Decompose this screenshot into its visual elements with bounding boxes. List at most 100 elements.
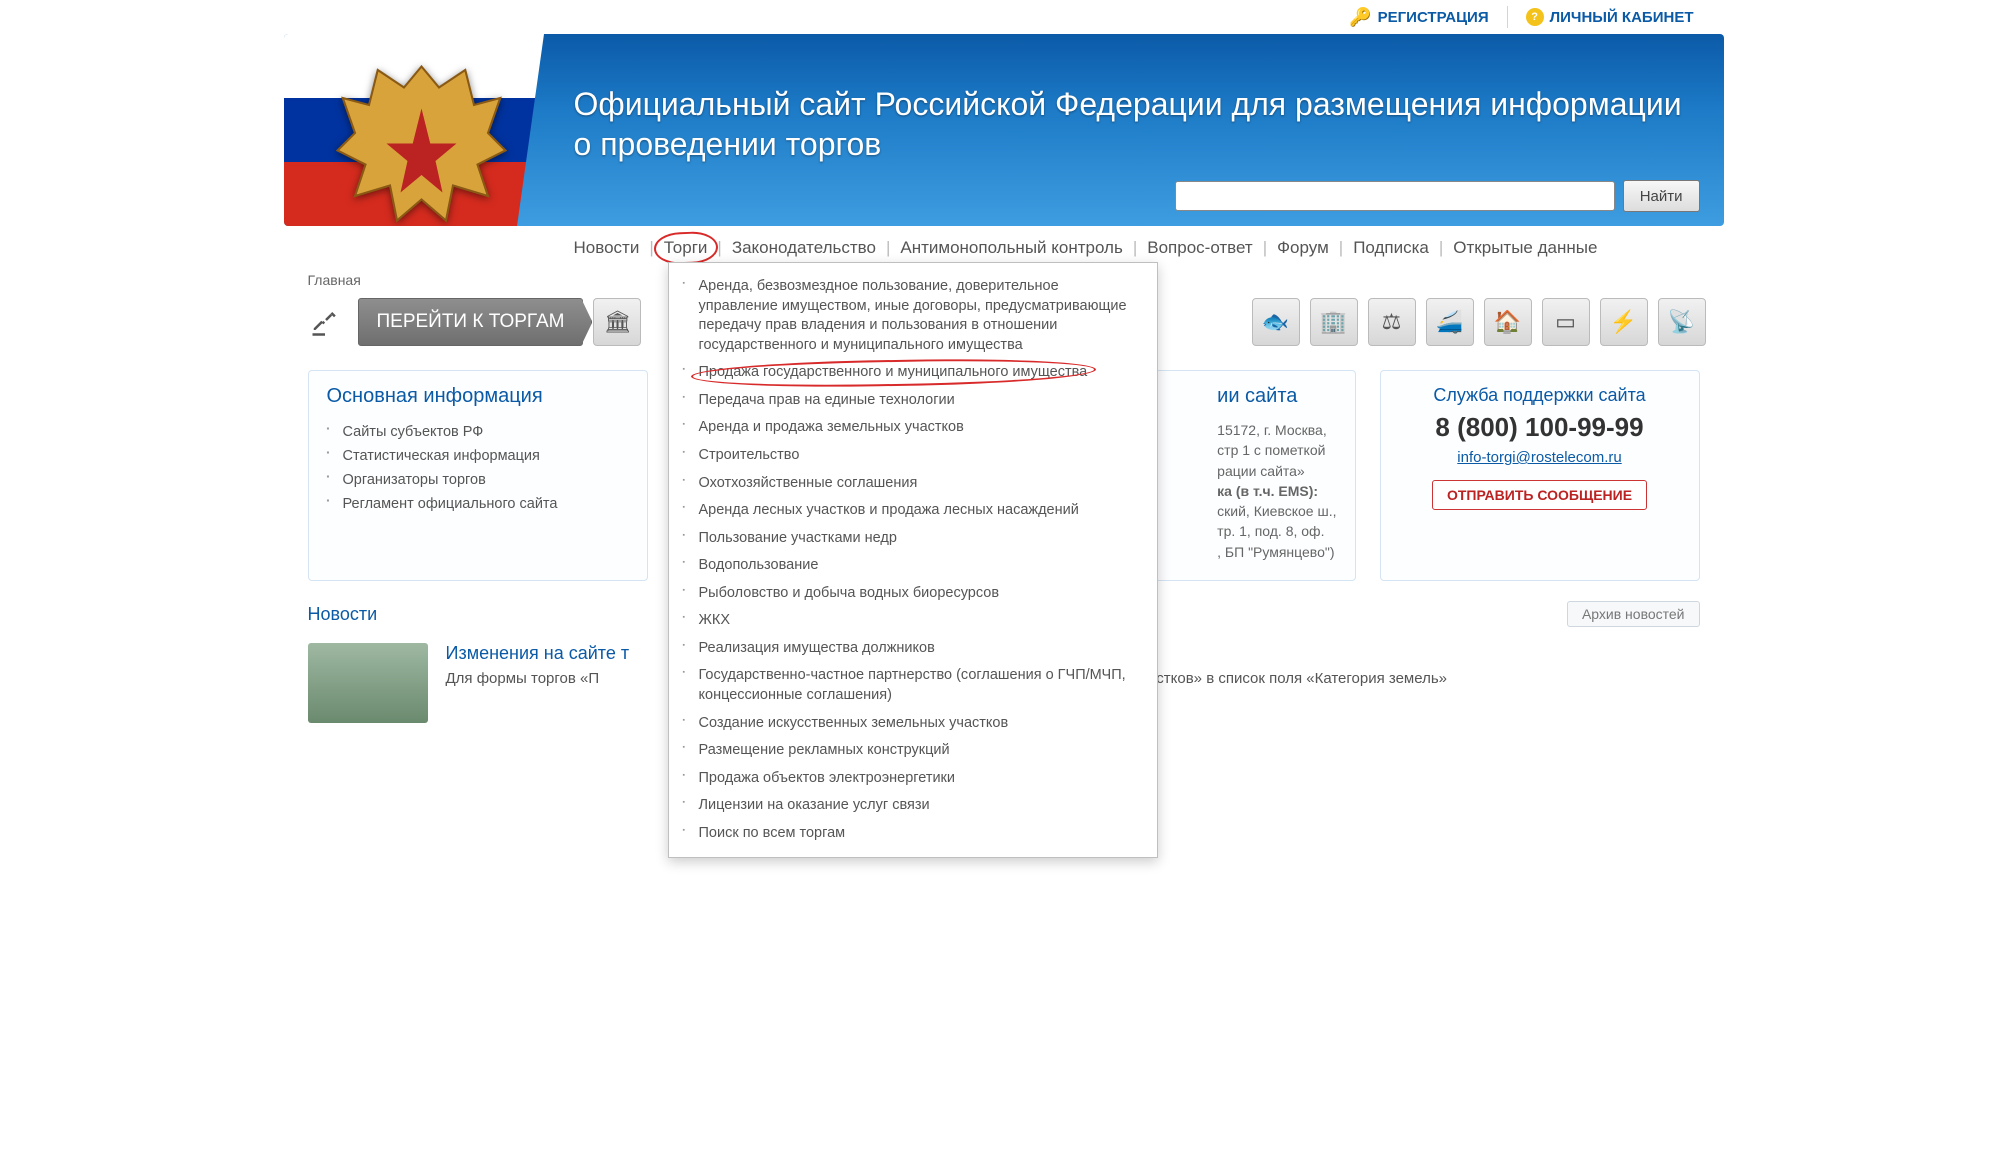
dropdown-item-label: Рыболовство и добыча водных биоресурсов bbox=[699, 585, 1000, 601]
dropdown-item-label: Продажа объектов электроэнергетики bbox=[699, 770, 956, 786]
nav-separator: | bbox=[1339, 238, 1343, 258]
cat-fish-button[interactable]: 🐟 bbox=[1252, 298, 1300, 346]
cat-power-button[interactable]: ⚡ bbox=[1600, 298, 1648, 346]
dropdown-item-label: Охотхозяйственные соглашения bbox=[699, 475, 918, 491]
dropdown-item[interactable]: Рыболовство и добыча водных биоресурсов bbox=[669, 580, 1157, 608]
dropdown-item[interactable]: Передача прав на единые технологии bbox=[669, 387, 1157, 415]
nav-antimonopoly[interactable]: Антимонопольный контроль bbox=[900, 238, 1122, 258]
header-banner: Официальный сайт Российской Федерации дл… bbox=[284, 34, 1724, 226]
fish-icon: 🐟 bbox=[1262, 309, 1289, 335]
dropdown-item-label: Аренда лесных участков и продажа лесных … bbox=[699, 502, 1079, 518]
address-line: рации сайта» bbox=[1217, 461, 1336, 481]
nav-separator: | bbox=[649, 238, 653, 258]
news-thumbnail bbox=[308, 643, 428, 723]
dropdown-item[interactable]: Лицензии на оказание услуг связи bbox=[669, 792, 1157, 820]
registration-link[interactable]: 🔑 РЕГИСТРАЦИЯ bbox=[1349, 7, 1488, 28]
nav-forum[interactable]: Форум bbox=[1277, 238, 1329, 258]
gavel-icon bbox=[302, 299, 348, 345]
account-label: ЛИЧНЫЙ КАБИНЕТ bbox=[1550, 9, 1694, 26]
cat-antenna-button[interactable]: 📡 bbox=[1658, 298, 1706, 346]
dropdown-item[interactable]: Реализация имущества должников bbox=[669, 635, 1157, 663]
news-heading: Новости bbox=[308, 604, 378, 625]
billboard-icon: ▭ bbox=[1555, 309, 1576, 335]
registration-label: РЕГИСТРАЦИЯ bbox=[1378, 9, 1489, 26]
dropdown-item-label: Создание искусственных земельных участко… bbox=[699, 715, 1009, 731]
search-bar: Найти bbox=[1175, 180, 1700, 212]
support-card: Служба поддержки сайта 8 (800) 100-99-99… bbox=[1380, 370, 1700, 581]
support-phone: 8 (800) 100-99-99 bbox=[1399, 412, 1681, 443]
dropdown-item[interactable]: Аренда, безвозмездное пользование, довер… bbox=[669, 273, 1157, 359]
dropdown-item-label: Лицензии на оказание услуг связи bbox=[699, 797, 930, 813]
info-link[interactable]: Сайты субъектов РФ bbox=[327, 420, 629, 444]
dropdown-item-label: ЖКХ bbox=[699, 612, 731, 628]
address-line: ский, Киевское ш., bbox=[1217, 501, 1336, 521]
dropdown-item-label: Реализация имущества должников bbox=[699, 640, 935, 656]
dropdown-item-label: Продажа государственного и муниципальног… bbox=[699, 363, 1088, 383]
dropdown-item[interactable]: Продажа объектов электроэнергетики bbox=[669, 765, 1157, 793]
dropdown-item-label: Водопользование bbox=[699, 557, 819, 573]
nav-subscribe[interactable]: Подписка bbox=[1353, 238, 1429, 258]
auctions-dropdown: Аренда, безвозмездное пользование, довер… bbox=[668, 262, 1158, 858]
dropdown-item[interactable]: Размещение рекламных конструкций bbox=[669, 737, 1157, 765]
dropdown-item-label: Строительство bbox=[699, 447, 800, 463]
dropdown-item-label: Аренда и продажа земельных участков bbox=[699, 419, 964, 435]
cat-scales-button[interactable]: ⚖ bbox=[1368, 298, 1416, 346]
train-icon: 🚄 bbox=[1436, 309, 1463, 335]
site-title: Официальный сайт Российской Федерации дл… bbox=[574, 84, 1694, 164]
address-line: ка (в т.ч. EMS): bbox=[1217, 481, 1336, 501]
address-line: стр 1 с пометкой bbox=[1217, 440, 1336, 460]
dropdown-item[interactable]: Создание искусственных земельных участко… bbox=[669, 710, 1157, 738]
cat-bank-button[interactable]: 🏛 bbox=[593, 298, 641, 346]
dropdown-item[interactable]: Водопользование bbox=[669, 552, 1157, 580]
dropdown-item-label: Поиск по всем торгам bbox=[699, 825, 846, 841]
news-archive-button[interactable]: Архив новостей bbox=[1567, 601, 1700, 627]
info-link[interactable]: Регламент официального сайта bbox=[327, 492, 629, 516]
cat-billboard-button[interactable]: ▭ bbox=[1542, 298, 1590, 346]
nav-legislation[interactable]: Законодательство bbox=[732, 238, 876, 258]
dropdown-item[interactable]: Пользование участками недр bbox=[669, 525, 1157, 553]
dropdown-item[interactable]: Государственно-частное партнерство (согл… bbox=[669, 662, 1157, 709]
dropdown-item[interactable]: ЖКХ bbox=[669, 607, 1157, 635]
search-button[interactable]: Найти bbox=[1623, 180, 1700, 212]
support-email[interactable]: info-torgi@rostelecom.ru bbox=[1457, 449, 1621, 466]
antenna-icon: 📡 bbox=[1668, 309, 1695, 335]
nav-opendata[interactable]: Открытые данные bbox=[1453, 238, 1597, 258]
bank-icon: 🏛 bbox=[603, 309, 631, 335]
dropdown-item[interactable]: Охотхозяйственные соглашения bbox=[669, 470, 1157, 498]
info-link[interactable]: Статистическая информация bbox=[327, 444, 629, 468]
info-link[interactable]: Организаторы торгов bbox=[327, 468, 629, 492]
topbar-separator bbox=[1507, 6, 1508, 28]
dropdown-item[interactable]: Аренда лесных участков и продажа лесных … bbox=[669, 497, 1157, 525]
send-message-button[interactable]: ОТПРАВИТЬ СООБЩЕНИЕ bbox=[1432, 480, 1647, 510]
account-link[interactable]: ? ЛИЧНЫЙ КАБИНЕТ bbox=[1526, 8, 1694, 26]
support-title: Служба поддержки сайта bbox=[1399, 385, 1681, 406]
dropdown-item[interactable]: Строительство bbox=[669, 442, 1157, 470]
cat-building-button[interactable]: 🏢 bbox=[1310, 298, 1358, 346]
nav-auctions[interactable]: Торги bbox=[664, 238, 708, 258]
contact-title-suffix: ии сайта bbox=[1217, 385, 1336, 408]
dropdown-item-label: Размещение рекламных конструкций bbox=[699, 742, 950, 758]
top-bar: 🔑 РЕГИСТРАЦИЯ ? ЛИЧНЫЙ КАБИНЕТ bbox=[284, 0, 1724, 34]
nav-qa[interactable]: Вопрос-ответ bbox=[1147, 238, 1252, 258]
nav-news[interactable]: Новости bbox=[574, 238, 640, 258]
nav-separator: | bbox=[1439, 238, 1443, 258]
dropdown-item[interactable]: Поиск по всем торгам bbox=[669, 820, 1157, 848]
cat-house-water-button[interactable]: 🏠 bbox=[1484, 298, 1532, 346]
dropdown-item[interactable]: Аренда и продажа земельных участков bbox=[669, 414, 1157, 442]
dropdown-item-label: Аренда, безвозмездное пользование, довер… bbox=[699, 278, 1127, 353]
coat-of-arms-icon bbox=[334, 56, 509, 226]
go-to-auctions-button[interactable]: ПЕРЕЙТИ К ТОРГАМ bbox=[358, 298, 584, 346]
power-icon: ⚡ bbox=[1610, 309, 1637, 335]
dropdown-item[interactable]: Продажа государственного и муниципальног… bbox=[669, 359, 1157, 387]
nav-separator: | bbox=[886, 238, 890, 258]
main-info-card: Основная информация Сайты субъектов РФ С… bbox=[308, 370, 648, 581]
lock-icon: ? bbox=[1526, 8, 1544, 26]
dropdown-item-label: Передача прав на единые технологии bbox=[699, 392, 955, 408]
key-icon: 🔑 bbox=[1349, 7, 1371, 28]
main-info-title: Основная информация bbox=[327, 385, 629, 408]
dropdown-item-label: Государственно-частное партнерство (согл… bbox=[699, 667, 1126, 703]
address-line: 15172, г. Москва, bbox=[1217, 420, 1336, 440]
news-text-prefix: Для формы торгов «П bbox=[446, 670, 600, 687]
search-input[interactable] bbox=[1175, 181, 1615, 211]
cat-train-button[interactable]: 🚄 bbox=[1426, 298, 1474, 346]
